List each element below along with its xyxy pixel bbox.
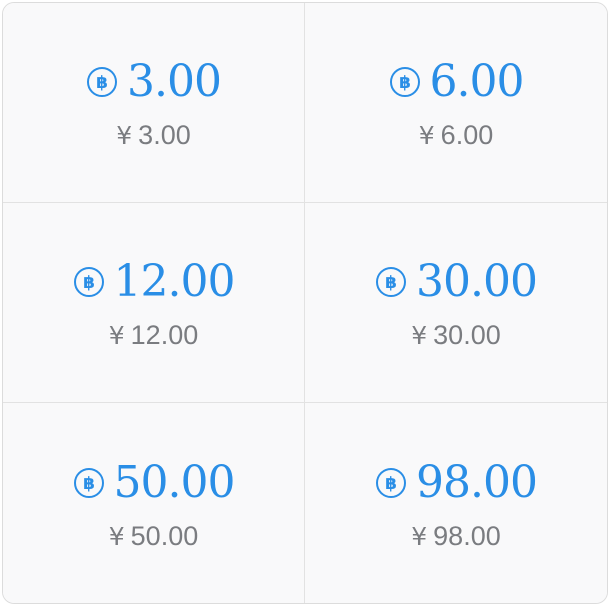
price-line: ¥ 30.00 bbox=[411, 322, 500, 349]
svg-text:฿: ฿ bbox=[399, 73, 411, 93]
bitcoin-coin-icon: ฿ bbox=[389, 67, 420, 97]
coin-amount: 98.00 bbox=[416, 456, 538, 508]
yen-symbol: ¥ bbox=[418, 121, 435, 150]
recharge-options-grid: ฿ 3.00 ¥ 3.00 ฿ 6.00 ¥ 6.00 ฿ 12.00 ¥ 12… bbox=[2, 2, 608, 604]
price-line: ¥ 3.00 bbox=[116, 122, 190, 149]
coin-amount: 50.00 bbox=[113, 456, 236, 508]
svg-text:฿: ฿ bbox=[385, 474, 397, 494]
bitcoin-coin-icon: ฿ bbox=[73, 267, 104, 297]
svg-text:฿: ฿ bbox=[385, 273, 397, 293]
price-line: ¥ 12.00 bbox=[109, 322, 198, 349]
recharge-option-6[interactable]: ฿ 6.00 ¥ 6.00 bbox=[305, 3, 607, 203]
yen-symbol: ¥ bbox=[411, 521, 428, 551]
coin-amount-line: ฿ 6.00 bbox=[389, 60, 524, 104]
price-line: ¥ 50.00 bbox=[108, 520, 199, 551]
price-line: ¥ 6.00 bbox=[419, 122, 493, 149]
coin-amount: 30.00 bbox=[416, 256, 538, 307]
price-amount: 3.00 bbox=[138, 120, 191, 150]
price-line: ¥ 98.00 bbox=[411, 520, 501, 551]
recharge-option-3[interactable]: ฿ 3.00 ¥ 3.00 bbox=[3, 3, 305, 203]
svg-text:฿: ฿ bbox=[83, 273, 95, 293]
recharge-option-98[interactable]: ฿ 98.00 ¥ 98.00 bbox=[305, 403, 607, 603]
price-amount: 12.00 bbox=[130, 320, 199, 350]
recharge-option-12[interactable]: ฿ 12.00 ¥ 12.00 bbox=[3, 203, 305, 403]
bitcoin-coin-icon: ฿ bbox=[376, 467, 407, 498]
coin-amount-line: ฿ 98.00 bbox=[375, 456, 538, 508]
price-amount: 50.00 bbox=[130, 520, 199, 551]
bitcoin-coin-icon: ฿ bbox=[376, 267, 407, 297]
yen-symbol: ¥ bbox=[411, 321, 428, 350]
svg-text:฿: ฿ bbox=[83, 474, 95, 494]
recharge-option-30[interactable]: ฿ 30.00 ¥ 30.00 bbox=[305, 203, 607, 403]
coin-amount-line: ฿ 50.00 bbox=[73, 456, 236, 508]
coin-amount: 12.00 bbox=[113, 256, 236, 307]
coin-amount-line: ฿ 3.00 bbox=[86, 56, 222, 107]
svg-text:฿: ฿ bbox=[96, 73, 108, 93]
coin-amount: 3.00 bbox=[127, 56, 222, 107]
coin-amount-line: ฿ 30.00 bbox=[375, 256, 538, 307]
price-amount: 30.00 bbox=[433, 320, 501, 350]
price-amount: 6.00 bbox=[440, 120, 494, 150]
coin-amount: 6.00 bbox=[429, 56, 525, 107]
bitcoin-coin-icon: ฿ bbox=[73, 467, 104, 498]
recharge-option-50[interactable]: ฿ 50.00 ¥ 50.00 bbox=[3, 403, 305, 603]
price-amount: 98.00 bbox=[433, 520, 501, 551]
yen-symbol: ¥ bbox=[108, 321, 125, 350]
yen-symbol: ¥ bbox=[116, 121, 133, 150]
coin-amount-line: ฿ 12.00 bbox=[73, 260, 235, 304]
bitcoin-coin-icon: ฿ bbox=[87, 67, 118, 97]
yen-symbol: ¥ bbox=[108, 521, 125, 551]
